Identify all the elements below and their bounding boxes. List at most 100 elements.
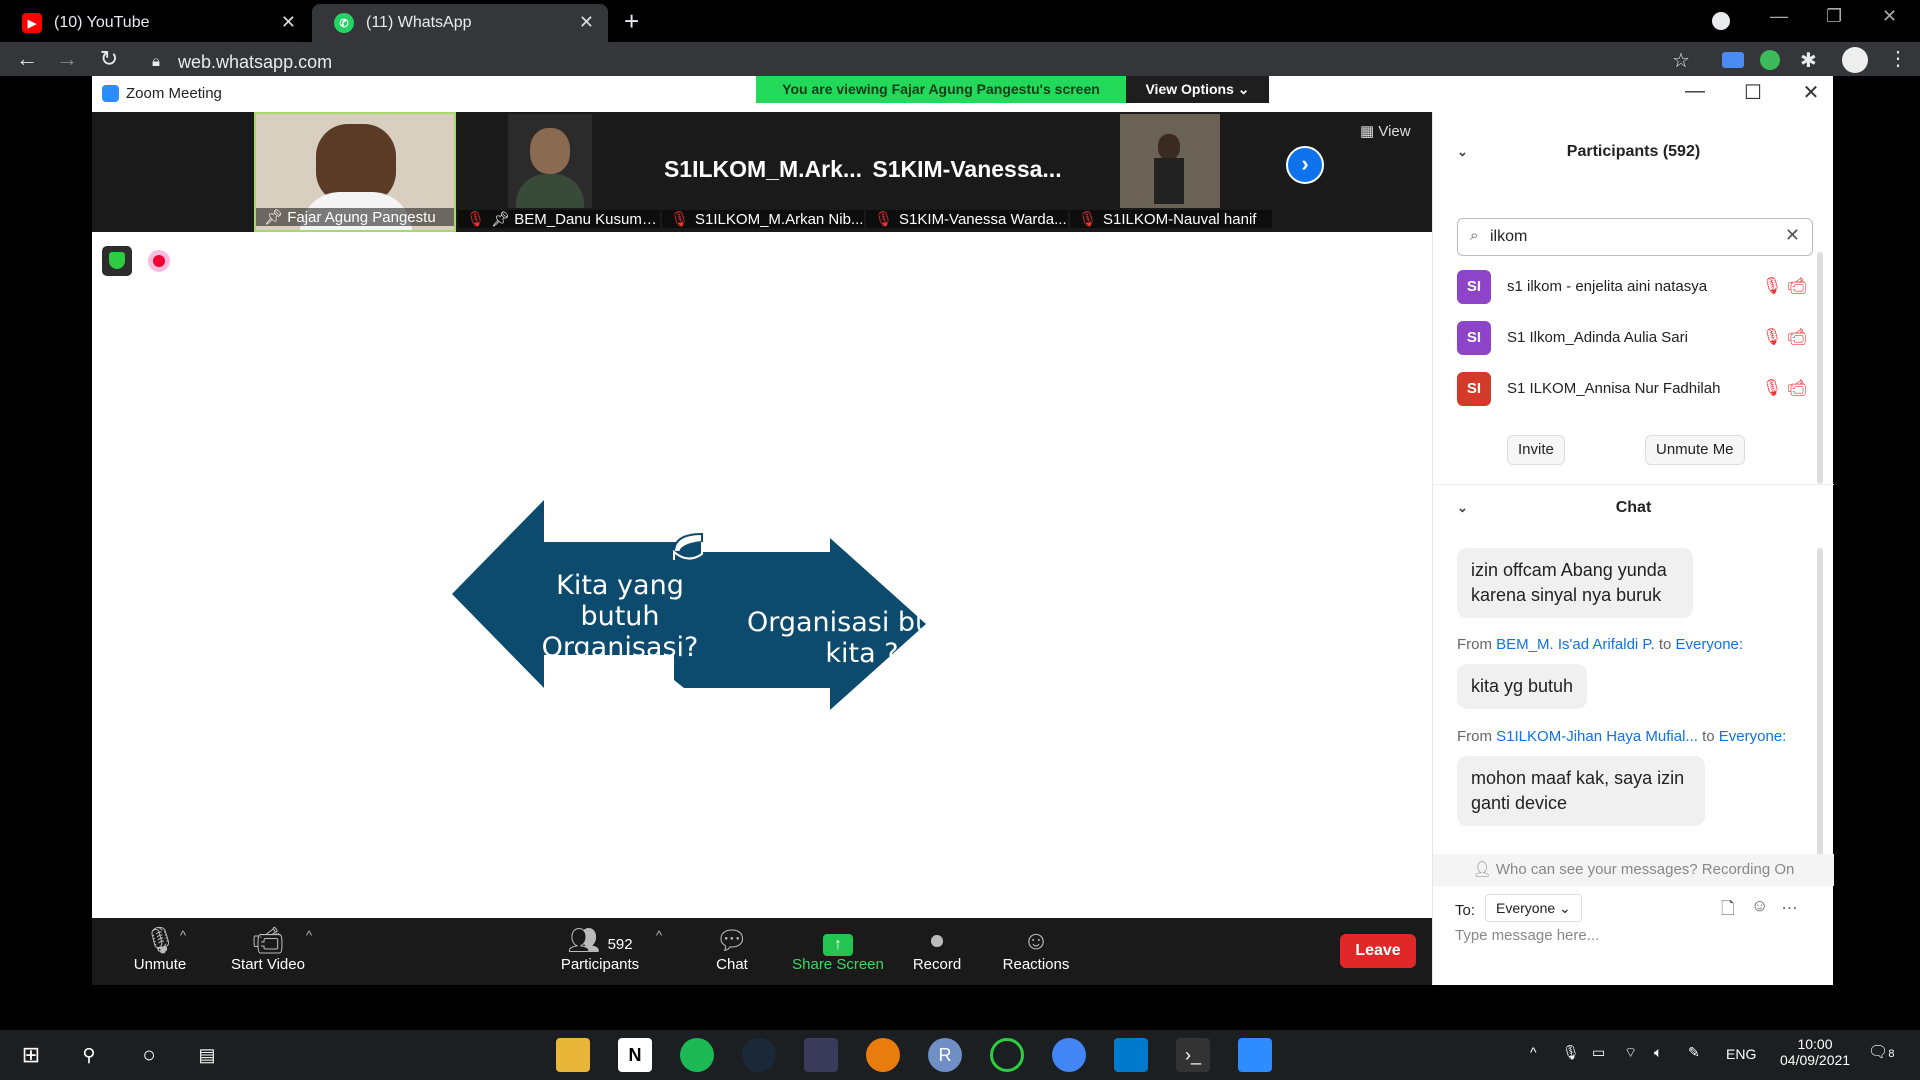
avatar[interactable] <box>1842 47 1868 73</box>
notification-count: 8 <box>1888 1048 1895 1060</box>
blender-icon[interactable] <box>866 1038 900 1072</box>
participant-row[interactable]: SI s1 ilkom - enjelita aini natasya 🎙︎ 📹… <box>1457 266 1807 310</box>
sender-link[interactable]: S1ILKOM-Jihan Haya Mufial... <box>1496 728 1698 745</box>
chat-button[interactable]: 💬︎ Chat <box>702 924 762 973</box>
video-tile[interactable]: S1KIM-Vanessa... 🎙︎ S1KIM-Vanessa Warda..… <box>866 112 1068 232</box>
recording-icon <box>148 250 170 272</box>
slide-text-right: Organisasi butuh kita ? <box>746 607 977 669</box>
chat-message-input[interactable] <box>1455 924 1805 946</box>
recipient-link[interactable]: Everyone: <box>1676 636 1744 653</box>
participant-search[interactable]: ⌕ ✕ <box>1457 218 1813 256</box>
video-tile[interactable]: 🎙︎ S1ILKOM-Nauval hanif <box>1070 112 1272 232</box>
zoom-app-icon[interactable] <box>1238 1038 1272 1072</box>
start-video-button[interactable]: 📹︎ Start Video <box>218 924 318 973</box>
close-window-icon[interactable]: ✕ <box>1882 6 1897 27</box>
participant-name: S1 Ilkom_Adinda Aulia Sari <box>1507 329 1688 346</box>
wifi-icon[interactable]: ⌔ <box>1624 1044 1637 1062</box>
r-app-icon[interactable]: R <box>928 1038 962 1072</box>
tray-chevron-icon[interactable]: ^ <box>1530 1044 1537 1060</box>
notification-icon[interactable]: 🗨︎8 <box>1868 1042 1894 1062</box>
share-screen-button[interactable]: ↑ Share Screen <box>792 924 884 973</box>
extension-icon[interactable] <box>1722 52 1744 68</box>
forward-icon[interactable]: → <box>52 46 82 72</box>
green-app-icon[interactable] <box>990 1038 1024 1072</box>
chevron-down-icon[interactable]: ⌄ <box>1457 488 1468 528</box>
minimize-icon[interactable]: — <box>1680 80 1710 103</box>
search-icon[interactable]: ⚲ <box>72 1038 106 1072</box>
chevron-down-icon[interactable]: ⌄ <box>1457 132 1468 172</box>
tab-youtube[interactable]: ▶ (10) YouTube ✕ <box>0 4 310 42</box>
security-shield-icon[interactable] <box>102 246 132 276</box>
language-indicator[interactable]: ENG <box>1726 1046 1756 1062</box>
extension-icon[interactable] <box>1760 50 1780 70</box>
video-tile[interactable]: 🎙︎ 📌︎ BEM_Danu Kusuma... <box>458 112 660 232</box>
next-page-button[interactable]: › <box>1286 146 1324 184</box>
pen-icon[interactable]: ✎ <box>1688 1044 1700 1061</box>
steam-icon[interactable] <box>742 1038 776 1072</box>
unmute-button[interactable]: 🎙︎ Unmute <box>122 924 198 973</box>
task-view-icon[interactable]: ▤ <box>190 1038 224 1072</box>
notion-icon[interactable]: N <box>618 1038 652 1072</box>
video-tile[interactable]: S1ILKOM_M.Ark... 🎙︎ S1ILKOM_M.Arkan Nib..… <box>662 112 864 232</box>
view-button[interactable]: ▦ View <box>1360 122 1411 140</box>
more-icon[interactable]: … <box>1781 894 1798 914</box>
close-icon[interactable]: ✕ <box>281 12 296 33</box>
audio-options-chevron-icon[interactable]: ^ <box>180 928 186 943</box>
puzzle-icon[interactable]: ✱ <box>1800 48 1817 73</box>
tab-search-icon[interactable] <box>1712 12 1730 30</box>
clear-icon[interactable]: ✕ <box>1785 225 1800 246</box>
volume-icon[interactable]: 🔈︎ <box>1654 1044 1662 1061</box>
spotify-icon[interactable] <box>680 1038 714 1072</box>
search-icon: ⌕ <box>1470 227 1479 244</box>
back-icon[interactable]: ← <box>12 46 42 72</box>
sender-link[interactable]: BEM_M. Is'ad Arifaldi P. <box>1496 636 1655 653</box>
recipient-dropdown[interactable]: Everyone ⌄ <box>1485 894 1582 922</box>
reactions-button[interactable]: ☺︎ Reactions <box>996 924 1076 973</box>
record-button[interactable]: ⏺︎ Record <box>906 924 968 973</box>
chrome-icon[interactable] <box>1052 1038 1086 1072</box>
tab-whatsapp[interactable]: ✆ (11) WhatsApp ✕ <box>312 4 608 42</box>
participant-row[interactable]: SI S1 Ilkom_Adinda Aulia Sari 🎙︎ 📹︎ <box>1457 317 1807 361</box>
battery-icon[interactable]: ▭ <box>1592 1044 1605 1061</box>
file-icon[interactable]: 🗋︎ <box>1721 896 1735 925</box>
new-tab-button[interactable]: + <box>624 6 639 37</box>
view-options-button[interactable]: View Options ⌄ <box>1126 76 1269 103</box>
bookmark-star-icon[interactable]: ☆ <box>1672 48 1690 73</box>
davinci-icon[interactable] <box>804 1038 838 1072</box>
restore-icon[interactable]: ❐ <box>1826 6 1842 27</box>
participants-label: Participants <box>560 956 640 973</box>
video-tile[interactable]: 📌︎ Fajar Agung Pangestu <box>254 112 456 232</box>
cortana-icon[interactable]: ○ <box>132 1038 166 1072</box>
invite-button[interactable]: Invite <box>1507 435 1565 465</box>
unmute-me-button[interactable]: Unmute Me <box>1645 435 1745 465</box>
emoji-icon[interactable]: ☺︎ <box>1751 896 1768 916</box>
maximize-icon[interactable]: ☐ <box>1738 80 1768 105</box>
vscode-icon[interactable] <box>1114 1038 1148 1072</box>
reload-icon[interactable]: ↻ <box>94 46 124 72</box>
windows-start-icon[interactable]: ⊞ <box>14 1038 48 1072</box>
search-input[interactable] <box>1490 225 1780 249</box>
close-icon[interactable]: ✕ <box>579 12 594 33</box>
participants-options-chevron-icon[interactable]: ^ <box>656 928 662 943</box>
clock[interactable]: 10:00 04/09/2021 <box>1780 1036 1850 1068</box>
kebab-menu-icon[interactable]: ⋮ <box>1888 46 1908 71</box>
recipient-value: Everyone <box>1496 900 1556 916</box>
chat-message: kita yg butuh <box>1457 664 1588 709</box>
participants-button[interactable]: 👥︎ 592 Participants <box>552 924 648 973</box>
close-icon[interactable]: ✕ <box>1796 80 1826 105</box>
minimize-icon[interactable]: — <box>1770 6 1788 27</box>
recipient-link[interactable]: Everyone: <box>1719 728 1787 745</box>
participant-row[interactable]: SI S1 ILKOM_Annisa Nur Fadhilah 🎙︎ 📹︎ <box>1457 368 1807 412</box>
chat-header[interactable]: ⌄ Chat <box>1433 488 1834 528</box>
terminal-icon[interactable]: ›_ <box>1176 1038 1210 1072</box>
zoom-window: Zoom Meeting — ☐ ✕ You are viewing Fajar… <box>92 76 1834 985</box>
scrollbar[interactable] <box>1817 548 1823 878</box>
scrollbar[interactable] <box>1817 252 1823 484</box>
omnibox[interactable]: 🔒︎ web.whatsapp.com <box>138 48 1698 76</box>
video-options-chevron-icon[interactable]: ^ <box>306 928 312 943</box>
leave-button[interactable]: Leave <box>1340 934 1416 968</box>
file-explorer-icon[interactable] <box>556 1038 590 1072</box>
recording-notice[interactable]: 👤︎ Who can see your messages? Recording … <box>1433 854 1834 886</box>
participants-header[interactable]: ⌄ Participants (592) <box>1433 132 1834 172</box>
mic-icon[interactable]: 🎙︎ <box>1562 1044 1580 1061</box>
